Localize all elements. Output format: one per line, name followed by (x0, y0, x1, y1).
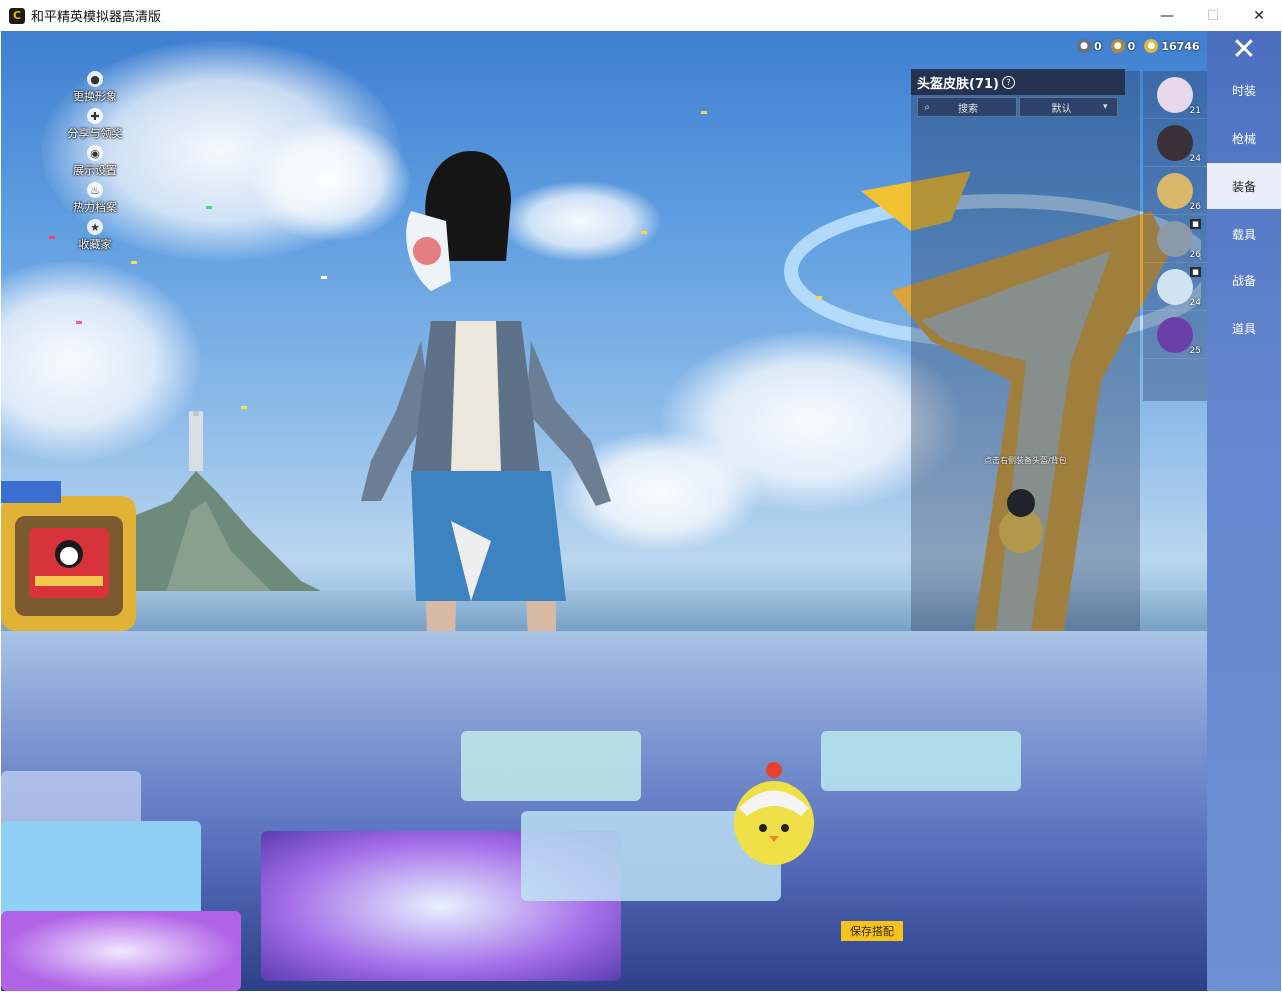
equipment-slot[interactable]: 26 (1143, 167, 1207, 215)
eye-icon: ◉ (87, 145, 103, 161)
helmet-item-icon (1157, 173, 1193, 209)
floor-tile (821, 731, 1021, 791)
skin-panel-title: 头盔皮肤(71) (917, 76, 999, 92)
item-count: 25 (1189, 346, 1201, 356)
window-title: 和平精英模拟器高清版 (31, 10, 162, 25)
badge-icon: ● (1110, 39, 1125, 53)
chevron-down-icon: ▾ (1103, 102, 1108, 112)
helmet-item-icon (1157, 77, 1193, 113)
confetti (701, 111, 707, 114)
close-icon: ✕ (1231, 32, 1257, 67)
currency-coupon[interactable]: ● 0 (1077, 39, 1102, 53)
emulator-window: C 和平精英模拟器高清版 — ☐ ✕ ● 更换形象 ✚ 分享与领奖 ◉ 展示设置… (0, 0, 1282, 992)
sort-label: 默认 (1051, 103, 1072, 115)
share-rewards-button[interactable]: ✚ 分享与领奖 (59, 108, 131, 145)
equip-tip: 点击右侧装备头盔/背包 (984, 456, 1067, 465)
confetti (241, 406, 247, 409)
tab-battle-prep[interactable]: 战备 (1207, 257, 1281, 303)
vest-item-icon (1157, 221, 1193, 257)
game-viewport[interactable]: ● 更换形象 ✚ 分享与领奖 ◉ 展示设置 ♨ 热力档案 ★ 收藏家 ● 0 ●… (1, 31, 1281, 991)
sort-dropdown[interactable]: 默认 ▾ (1019, 97, 1118, 117)
equipment-slot[interactable]: 25 (1143, 311, 1207, 359)
share-icon: ✚ (87, 108, 103, 124)
save-outfit-button[interactable]: 保存搭配 (841, 921, 903, 941)
currency-gold[interactable]: ● 16746 (1144, 39, 1200, 53)
change-avatar-button[interactable]: ● 更换形象 (59, 71, 131, 108)
minimize-button[interactable]: — (1144, 0, 1190, 31)
confetti (321, 276, 327, 279)
confetti (816, 296, 822, 299)
backpack-item-icon (1157, 317, 1193, 353)
share-rewards-label: 分享与领奖 (67, 127, 123, 140)
coupon-icon: ● (1077, 39, 1091, 53)
collector-label: 收藏家 (78, 238, 112, 251)
badge-value: 0 (1127, 39, 1136, 53)
tab-outfit[interactable]: 时装 (1207, 67, 1281, 113)
window-controls: — ☐ ✕ (1144, 0, 1282, 31)
collector-badge-icon: ★ (87, 219, 103, 235)
equipment-slots: 21 24 26 ■ 26 ■ 24 25 (1143, 71, 1207, 401)
heat-profile-label: 热力档案 (73, 201, 117, 214)
floor-tile (461, 731, 641, 801)
display-settings-button[interactable]: ◉ 展示设置 (59, 145, 131, 182)
backpack-item-icon (1157, 269, 1193, 305)
search-label: 搜索 (958, 103, 978, 115)
skin-panel-backdrop (911, 71, 1140, 631)
collector-button[interactable]: ★ 收藏家 (59, 219, 131, 256)
flame-icon: ♨ (87, 182, 103, 198)
confetti (49, 236, 55, 239)
currency-bar: ● 0 ● 0 ● 16746 (1077, 39, 1205, 53)
tab-vehicles[interactable]: 载具 (1207, 211, 1281, 257)
gold-value: 16746 (1161, 39, 1200, 53)
title-bar: C 和平精英模拟器高清版 — ☐ ✕ (0, 0, 1282, 32)
item-count: 24 (1189, 298, 1201, 308)
confetti (206, 206, 212, 209)
help-icon[interactable]: ? (1001, 75, 1015, 89)
equipment-slot[interactable]: 24 (1143, 119, 1207, 167)
chick-pet[interactable] (719, 738, 829, 878)
item-count: 26 (1189, 202, 1201, 212)
heat-profile-button[interactable]: ♨ 热力档案 (59, 182, 131, 219)
lock-icon: ■ (1190, 267, 1201, 277)
left-menu: ● 更换形象 ✚ 分享与领奖 ◉ 展示设置 ♨ 热力档案 ★ 收藏家 (59, 71, 131, 256)
equipment-slot[interactable]: 21 (1143, 71, 1207, 119)
avatar-icon: ● (87, 71, 103, 87)
arcade-machine (1, 481, 136, 631)
change-avatar-label: 更换形象 (73, 90, 117, 103)
currency-badge[interactable]: ● 0 (1110, 39, 1136, 53)
app-logo-icon: C (9, 7, 25, 24)
skin-search-input[interactable]: ⌕ 搜索 (917, 97, 1017, 117)
item-count: 21 (1189, 106, 1201, 116)
confetti (641, 231, 647, 234)
lock-icon: ■ (1190, 219, 1201, 229)
close-button[interactable]: ✕ (1207, 31, 1281, 69)
item-count: 24 (1189, 154, 1201, 164)
tab-items[interactable]: 道具 (1207, 305, 1281, 351)
skin-panel-header: 头盔皮肤(71) ? (911, 69, 1125, 95)
search-icon: ⌕ (924, 101, 930, 113)
confetti (131, 261, 137, 264)
close-window-button[interactable]: ✕ (1236, 0, 1282, 31)
gold-coin-icon: ● (1144, 39, 1159, 53)
equipment-slot[interactable]: ■ 26 (1143, 215, 1207, 263)
confetti (76, 321, 82, 324)
tab-equipment[interactable]: 装备 (1207, 163, 1281, 209)
tab-weapons[interactable]: 枪械 (1207, 115, 1281, 161)
item-count: 26 (1189, 250, 1201, 260)
equipment-slot[interactable]: ■ 24 (1143, 263, 1207, 311)
maximize-button[interactable]: ☐ (1190, 0, 1236, 31)
skin-filter-row: ⌕ 搜索 默认 ▾ (917, 97, 1118, 117)
coupon-value: 0 (1094, 39, 1102, 53)
display-settings-label: 展示设置 (73, 164, 117, 177)
helmet-item-icon (1157, 125, 1193, 161)
floor-tile (1, 911, 241, 991)
